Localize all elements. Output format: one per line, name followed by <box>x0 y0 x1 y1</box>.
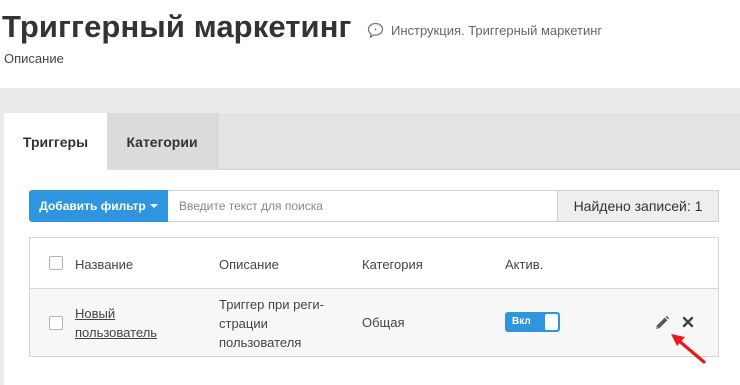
records-count: Найдено записей: 1 <box>558 190 719 222</box>
pencil-icon[interactable] <box>654 315 670 331</box>
table-row: Новый пользователь Триггер при реги- стр… <box>30 289 718 356</box>
active-toggle-label: Вкл <box>512 316 531 327</box>
trigger-description-line: пользователя <box>219 335 302 350</box>
select-all-checkbox[interactable] <box>49 256 63 270</box>
help-link[interactable]: Инструкция. Триггерный маркетинг <box>367 22 602 39</box>
red-arrow-icon <box>671 334 706 364</box>
search-input[interactable] <box>168 190 558 222</box>
caret-down-icon <box>149 204 158 208</box>
active-toggle[interactable]: Вкл <box>505 312 560 332</box>
page-header: Триггерный маркетинг Инструкция. Триггер… <box>0 0 740 88</box>
trigger-description: Триггер при реги- страции пользователя <box>219 295 324 352</box>
speech-bubble-icon <box>367 22 384 38</box>
close-icon[interactable] <box>681 315 695 329</box>
trigger-description-line: Триггер при реги- <box>219 297 324 312</box>
column-header-description: Описание <box>219 257 279 272</box>
triggers-table: Название Описание Категория Актив. Новый… <box>29 237 719 357</box>
add-filter-label: Добавить фильтр <box>39 199 146 213</box>
column-header-name: Название <box>75 257 134 272</box>
help-link-label: Инструкция. Триггерный маркетинг <box>391 23 603 38</box>
column-header-category: Категория <box>362 257 423 272</box>
tab-bar: Триггеры Категории <box>4 113 740 171</box>
table-header: Название Описание Категория Актив. <box>30 238 718 289</box>
trigger-name-line: Новый <box>75 306 116 321</box>
column-header-active: Актив. <box>505 257 544 272</box>
row-checkbox[interactable] <box>49 316 63 330</box>
tab-categories[interactable]: Категории <box>107 113 218 170</box>
page-description: Описание <box>4 51 64 66</box>
trigger-description-line: страции <box>219 316 268 331</box>
page-title: Триггерный маркетинг <box>2 9 352 44</box>
add-filter-button[interactable]: Добавить фильтр <box>29 190 168 222</box>
trigger-category: Общая <box>362 315 405 330</box>
filter-bar: Добавить фильтр Найдено записей: 1 <box>29 190 719 222</box>
trigger-name-line: пользователь <box>75 325 158 340</box>
trigger-name-link[interactable]: Новый пользователь <box>75 304 157 342</box>
tab-triggers[interactable]: Триггеры <box>4 113 107 171</box>
toggle-knob <box>545 314 558 330</box>
